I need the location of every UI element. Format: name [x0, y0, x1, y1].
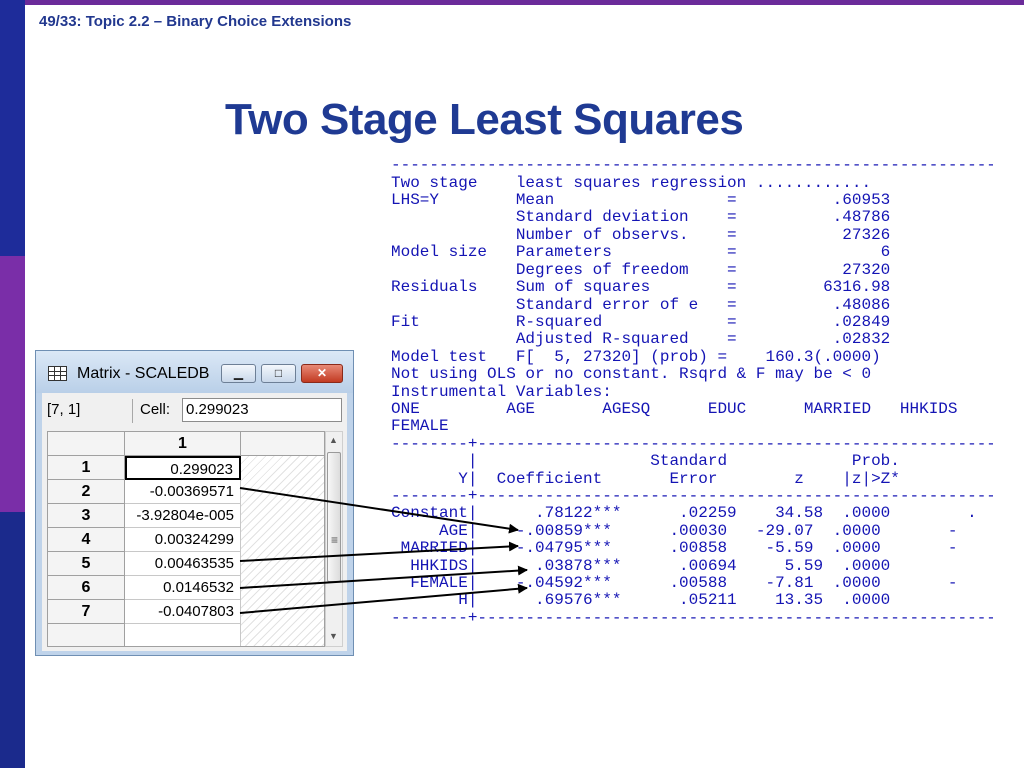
row-header[interactable]: 1 — [48, 456, 125, 480]
close-icon: ✕ — [316, 366, 328, 380]
output-line: Not using OLS or no constant. Rsqrd & F … — [391, 365, 872, 383]
regression-output: ----------------------------------------… — [391, 157, 993, 627]
window-titlebar[interactable]: Matrix - SCALEDB ▁ □ ✕ — [36, 351, 353, 393]
cell-label: Cell: — [140, 401, 171, 418]
output-line: H| .69576*** .05211 13.35 .0000 — [391, 591, 891, 609]
minimize-icon: ▁ — [233, 366, 244, 380]
scrollbar-thumb[interactable]: ≡ — [327, 452, 341, 582]
output-line: Adjusted R-squared = .02832 — [391, 330, 891, 348]
row-header[interactable]: 4 — [48, 528, 125, 552]
matrix-cell[interactable]: -0.00369571 — [125, 480, 241, 504]
slide-title: Two Stage Least Squares — [225, 95, 744, 144]
output-line: Number of observs. = 27326 — [391, 226, 891, 244]
matrix-cell[interactable]: -0.0407803 — [125, 600, 241, 624]
side-bar-bottom — [0, 512, 25, 768]
maximize-icon: □ — [274, 366, 283, 380]
window-body: [7, 1] Cell: 0.299023 1 1 2 3 4 5 6 7 0.… — [42, 393, 347, 651]
vertical-scrollbar[interactable]: ▲ ≡ ▼ — [325, 431, 343, 647]
side-bar-top — [0, 0, 25, 256]
column-header-1[interactable]: 1 — [125, 432, 241, 456]
side-bar-middle — [0, 256, 25, 512]
row-header[interactable]: 3 — [48, 504, 125, 528]
row-header[interactable]: 5 — [48, 552, 125, 576]
output-line: AGE| -.00859*** .00030 -29.07 .0000 - — [391, 522, 958, 540]
output-line: HHKIDS| .03878*** .00694 5.59 .0000 — [391, 557, 891, 575]
output-line: Fit R-squared = .02849 — [391, 313, 891, 331]
toolbar-divider — [132, 399, 133, 423]
matrix-grid[interactable]: 1 1 2 3 4 5 6 7 0.299023 -0.00369571 -3.… — [47, 431, 325, 647]
matrix-cell[interactable]: 0.299023 — [125, 456, 241, 480]
output-line: ----------------------------------------… — [391, 157, 993, 174]
output-line: --------+-------------------------------… — [391, 435, 993, 453]
output-line: --------+-------------------------------… — [391, 609, 993, 627]
column-header-empty — [241, 432, 324, 456]
output-line: FEMALE — [391, 417, 449, 435]
output-line: Two stage least squares regression .....… — [391, 174, 872, 192]
minimize-button[interactable]: ▁ — [221, 364, 256, 383]
row-header[interactable]: 6 — [48, 576, 125, 600]
output-line: Instrumental Variables: — [391, 383, 612, 401]
cell-reference: [7, 1] — [47, 401, 81, 418]
matrix-window[interactable]: Matrix - SCALEDB ▁ □ ✕ [7, 1] Cell: 0.29… — [35, 350, 354, 656]
output-line: Constant| .78122*** .02259 34.58 .0000 . — [391, 504, 977, 522]
output-line: FEMALE| -.04592*** .00588 -7.81 .0000 - — [391, 574, 958, 592]
row-header-empty — [48, 624, 125, 646]
slide-header: 49/33: Topic 2.2 – Binary Choice Extensi… — [39, 13, 352, 30]
output-line: Residuals Sum of squares = 6316.98 — [391, 278, 891, 296]
top-accent-bar — [0, 0, 1024, 5]
matrix-cell-empty[interactable] — [125, 624, 241, 646]
scroll-down-icon[interactable]: ▼ — [329, 631, 338, 641]
output-line: Standard error of e = .48086 — [391, 296, 891, 314]
close-button[interactable]: ✕ — [301, 364, 343, 383]
output-line: Y| Coefficient Error z |z|>Z* — [391, 470, 900, 488]
output-line: Degrees of freedom = 27320 — [391, 261, 891, 279]
row-header[interactable]: 7 — [48, 600, 125, 624]
output-line: Standard deviation = .48786 — [391, 208, 891, 226]
row-header[interactable]: 2 — [48, 480, 125, 504]
maximize-button[interactable]: □ — [261, 364, 296, 383]
matrix-cell[interactable]: -3.92804e-005 — [125, 504, 241, 528]
output-line: Model test F[ 5, 27320] (prob) = 160.3(.… — [391, 348, 881, 366]
cell-value-input[interactable]: 0.299023 — [182, 398, 342, 422]
output-line: ONE AGE AGESQ EDUC MARRIED HHKIDS — [391, 400, 958, 418]
unused-cells-area — [241, 456, 324, 646]
matrix-cell[interactable]: 0.0146532 — [125, 576, 241, 600]
corner-header[interactable] — [48, 432, 125, 456]
matrix-grid-icon — [48, 366, 67, 381]
grip-icon: ≡ — [331, 533, 339, 547]
output-line: Model size Parameters = 6 — [391, 243, 891, 261]
output-line: MARRIED| -.04795*** .00858 -5.59 .0000 - — [391, 539, 958, 557]
window-title: Matrix - SCALEDB — [77, 365, 210, 382]
output-line: | Standard Prob. — [391, 452, 900, 470]
scroll-up-icon[interactable]: ▲ — [329, 435, 338, 445]
output-line: LHS=Y Mean = .60953 — [391, 191, 891, 209]
matrix-cell[interactable]: 0.00463535 — [125, 552, 241, 576]
output-line: --------+-------------------------------… — [391, 487, 993, 505]
matrix-cell[interactable]: 0.00324299 — [125, 528, 241, 552]
